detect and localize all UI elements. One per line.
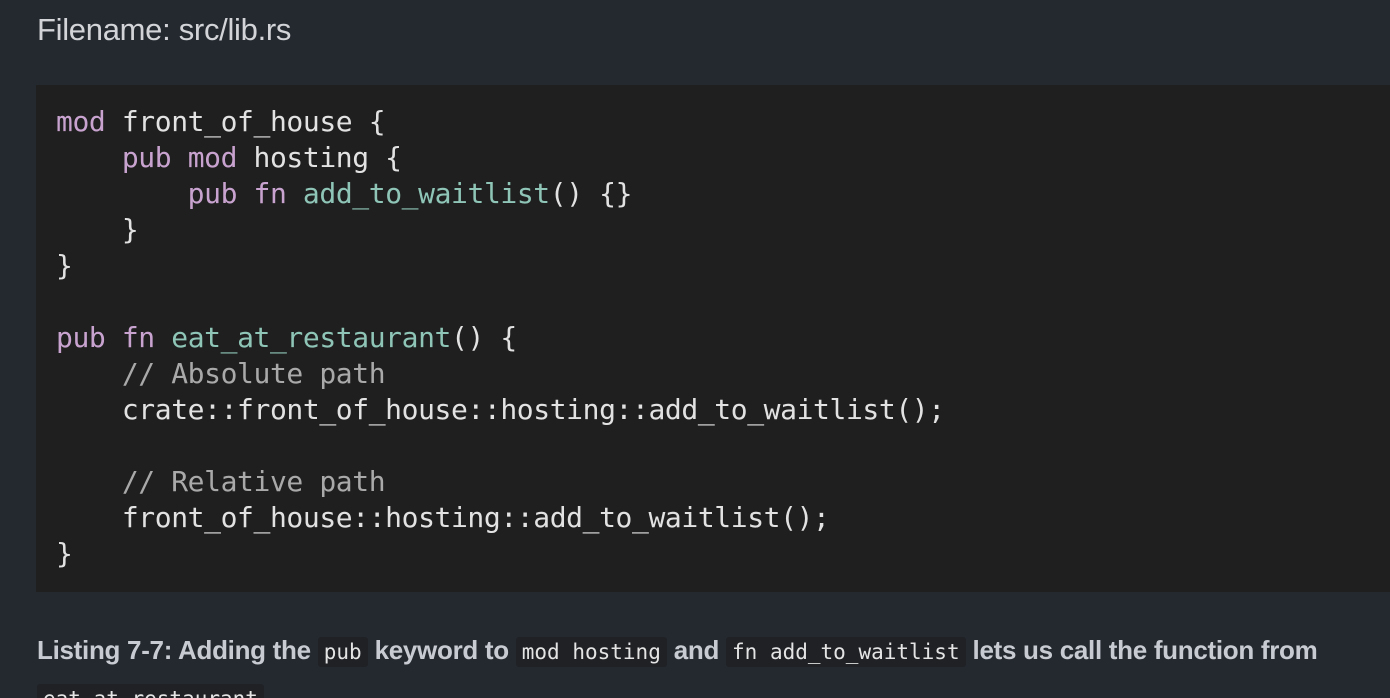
code-line: } — [56, 212, 945, 248]
code-text: front_of_house { — [105, 105, 386, 138]
code-line: pub mod hosting { — [56, 140, 945, 176]
code-text: } — [56, 249, 73, 282]
function-name: eat_at_restaurant — [171, 321, 452, 354]
caption-text: lets us call the function from — [965, 635, 1318, 665]
code-line: pub fn eat_at_restaurant() { — [56, 320, 945, 356]
code-text: front_of_house::hosting::add_to_waitlist… — [56, 501, 830, 534]
inline-code-continuation: eat_at_restaurant — [37, 684, 264, 698]
caption-text: and — [666, 635, 727, 665]
code-comment: // Absolute path — [121, 357, 386, 390]
keyword: fn — [121, 321, 155, 354]
inline-code: mod hosting — [515, 637, 667, 667]
keyword: pub — [121, 141, 172, 174]
code-comment: // Relative path — [121, 465, 386, 498]
code-line: pub fn add_to_waitlist() {} — [56, 176, 945, 212]
keyword: mod — [56, 105, 106, 138]
inline-code: fn add_to_waitlist — [726, 637, 966, 667]
listing-caption: Listing 7-7: Adding the pub keyword to m… — [37, 630, 1377, 672]
keyword: pub — [56, 321, 106, 354]
caption-text: keyword to — [367, 635, 516, 665]
code-listing: mod front_of_house { pub mod hosting { p… — [56, 104, 945, 572]
code-block: mod front_of_house { pub mod hosting { p… — [36, 85, 1390, 592]
code-line: crate::front_of_house::hosting::add_to_w… — [56, 392, 945, 428]
code-text: } — [56, 537, 73, 570]
code-line: front_of_house::hosting::add_to_waitlist… — [56, 500, 945, 536]
inline-code: pub — [317, 637, 368, 667]
code-line: // Absolute path — [56, 356, 945, 392]
keyword: fn — [253, 177, 287, 210]
code-text: hosting { — [237, 141, 403, 174]
code-text: () { — [451, 321, 517, 354]
code-line: } — [56, 248, 945, 284]
code-line: // Relative path — [56, 464, 945, 500]
filename-label: Filename: src/lib.rs — [37, 12, 292, 47]
caption-text: Listing 7-7: Adding the — [37, 635, 318, 665]
keyword: mod — [187, 141, 238, 174]
code-text: } — [56, 213, 139, 246]
code-text: crate::front_of_house::hosting::add_to_w… — [56, 393, 945, 426]
code-line: mod front_of_house { — [56, 104, 945, 140]
code-line: } — [56, 536, 945, 572]
keyword: pub — [187, 177, 238, 210]
code-text: () {} — [549, 177, 633, 210]
function-name: add_to_waitlist — [302, 177, 550, 210]
